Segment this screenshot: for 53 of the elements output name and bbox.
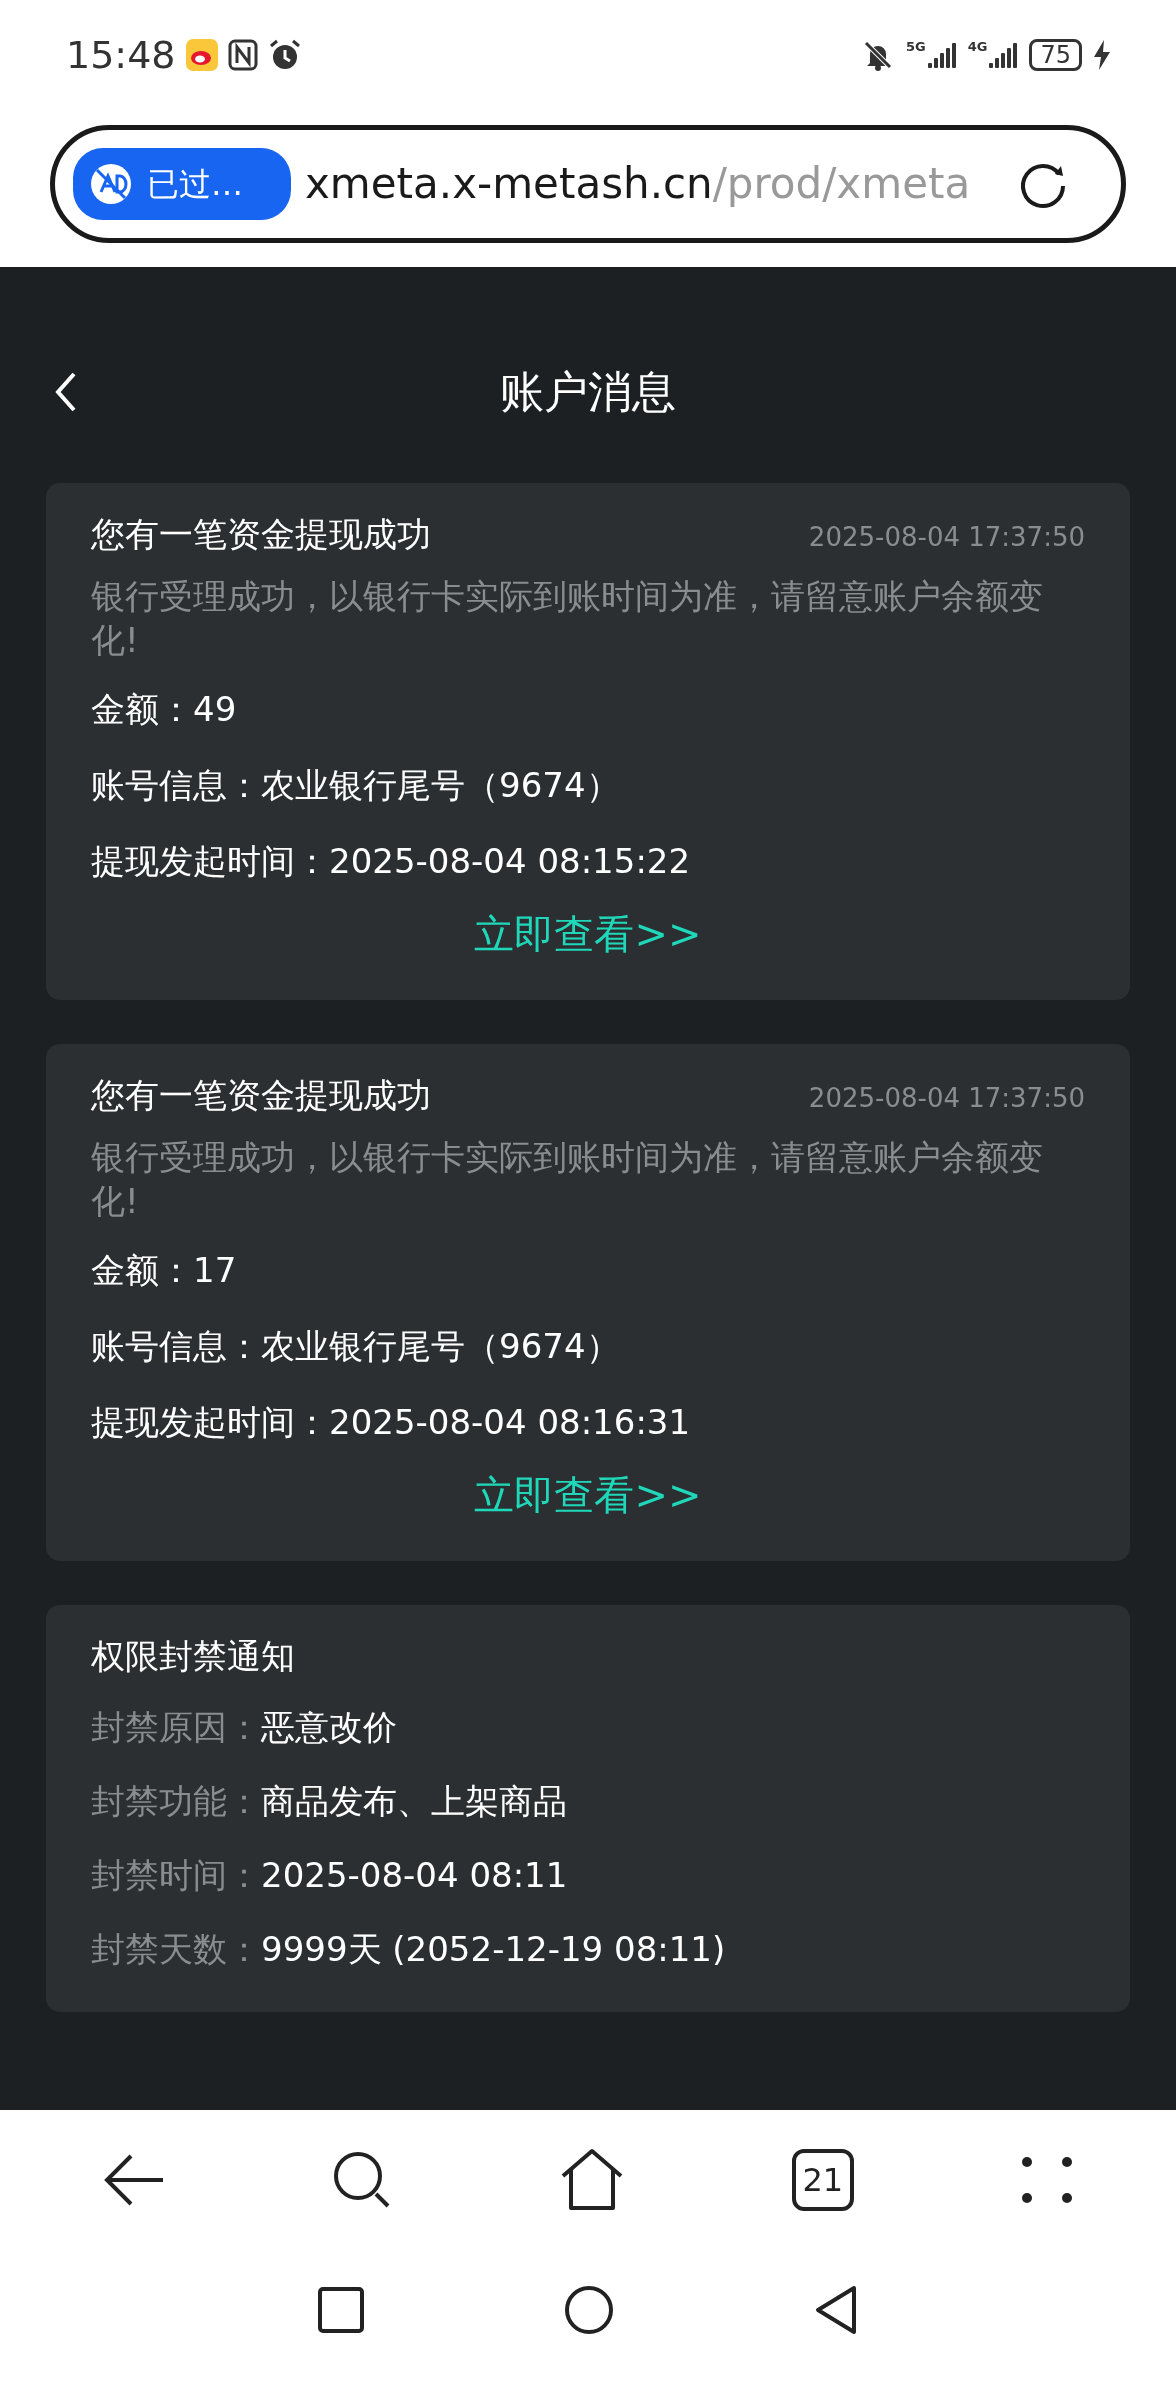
url-text: xmeta.x-metash.cn/prod/xmeta bbox=[305, 158, 972, 210]
message-title: 您有一笔资金提现成功 bbox=[91, 1074, 431, 1117]
view-now-link[interactable]: 立即查看>> bbox=[474, 1465, 702, 1525]
field-label: 账号信息： bbox=[91, 1325, 261, 1368]
view-now-link[interactable]: 立即查看>> bbox=[474, 904, 702, 964]
muted-bell-icon bbox=[862, 39, 894, 71]
back-icon[interactable] bbox=[54, 370, 78, 414]
signal-indicator: 5G bbox=[906, 40, 956, 70]
field-label: 提现发起时间： bbox=[91, 840, 329, 883]
app-notification-icon bbox=[185, 39, 218, 71]
tabs-button[interactable]: 21 bbox=[791, 2149, 854, 2211]
home-circle-icon[interactable] bbox=[564, 2285, 614, 2335]
back-triangle-icon[interactable] bbox=[814, 2285, 858, 2335]
message-title: 您有一笔资金提现成功 bbox=[91, 513, 431, 556]
nfc-icon bbox=[227, 39, 258, 71]
page-title: 账户消息 bbox=[500, 365, 676, 419]
field-value: 2025-08-04 08:16:31 bbox=[329, 1401, 691, 1444]
recents-icon[interactable] bbox=[318, 2287, 364, 2333]
field-value: 49 bbox=[193, 688, 237, 731]
signal-indicator: 4G bbox=[967, 40, 1018, 70]
field-value: 2025-08-04 08:11 bbox=[261, 1854, 568, 1897]
field-value: 商品发布、上架商品 bbox=[261, 1780, 567, 1823]
battery-indicator: 75 bbox=[1029, 39, 1082, 71]
field-label: 账号信息： bbox=[91, 764, 261, 807]
charging-icon bbox=[1094, 40, 1110, 70]
field-value: 17 bbox=[193, 1249, 237, 1292]
back-arrow-icon[interactable] bbox=[103, 2152, 166, 2208]
field-label: 封禁天数： bbox=[91, 1928, 261, 1971]
message-description: 银行受理成功，以银行卡实际到账时间为准，请留意账户余额变化! bbox=[91, 1136, 1044, 1223]
field-value: 农业银行尾号（9674） bbox=[261, 764, 620, 807]
message-description: 银行受理成功，以银行卡实际到账时间为准，请留意账户余额变化! bbox=[91, 575, 1044, 662]
ad-block-badge[interactable]: 已过… bbox=[73, 147, 291, 220]
home-icon[interactable] bbox=[559, 2148, 625, 2212]
more-icon[interactable] bbox=[1020, 2154, 1073, 2206]
field-label: 封禁时间： bbox=[91, 1854, 261, 1897]
field-value: 恶意改价 bbox=[261, 1706, 397, 1749]
field-label: 金额： bbox=[91, 688, 193, 731]
signal-bars-icon bbox=[927, 42, 956, 70]
ad-block-icon bbox=[89, 161, 133, 206]
field-value: 农业银行尾号（9674） bbox=[261, 1325, 620, 1368]
field-label: 提现发起时间： bbox=[91, 1401, 329, 1444]
field-label: 封禁原因： bbox=[91, 1706, 261, 1749]
signal-bars-icon bbox=[989, 42, 1018, 70]
message-time: 2025-08-04 17:37:50 bbox=[808, 1082, 1085, 1115]
field-label: 封禁功能： bbox=[91, 1780, 261, 1823]
field-value: 2025-08-04 08:15:22 bbox=[329, 840, 691, 883]
alarm-icon bbox=[267, 38, 302, 72]
message-time: 2025-08-04 17:37:50 bbox=[808, 521, 1085, 554]
message-title: 权限封禁通知 bbox=[91, 1635, 295, 1678]
address-bar[interactable]: 已过… xmeta.x-metash.cn/prod/xmeta bbox=[50, 124, 1126, 243]
field-label: 金额： bbox=[91, 1249, 193, 1292]
status-time: 15:48 bbox=[66, 31, 176, 79]
field-value: 9999天 (2052-12-19 08:11) bbox=[261, 1928, 726, 1971]
